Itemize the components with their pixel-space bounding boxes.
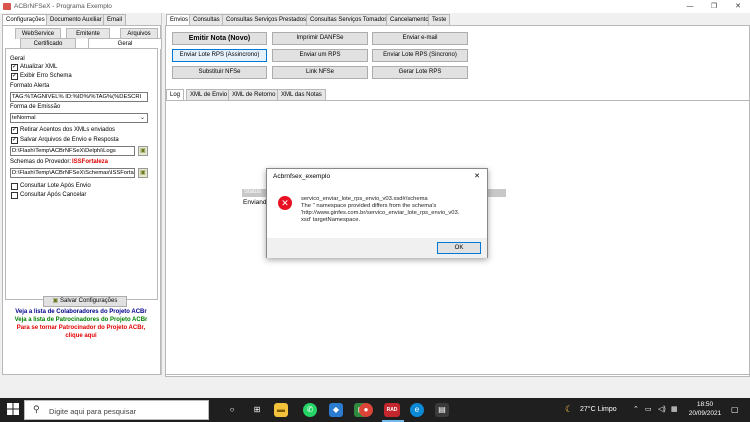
atualizar-xml-label: Atualizar XML [20,64,58,70]
close-button[interactable]: ✕ [726,0,750,13]
tab-configuracoes[interactable]: Configurações [2,14,49,25]
tab-xml-envio[interactable]: XML de Envio [186,89,232,100]
link-colaboradores[interactable]: Veja a lista de Colaboradores do Projeto… [0,309,162,315]
salvar-arquivos-checkbox[interactable]: ✓ [11,137,18,144]
network-icon[interactable]: ▭ [645,405,652,413]
windows-start-icon[interactable] [6,403,20,417]
emitir-nota-button[interactable]: Emitir Nota (Novo) [172,32,267,45]
schemas-path-input[interactable]: D:\Flash\Temp\ACBrNFSeX\Schemas\ISSForta… [10,168,135,178]
consultar-cancelar-checkbox[interactable] [11,192,18,199]
taskbar: ⚲ Digite aqui para pesquisar ○ ⊞ ▬ ✆ ◆ ◼… [0,398,750,422]
maximize-button[interactable]: ❐ [702,0,726,13]
consultar-lote-checkbox[interactable] [11,183,18,190]
logs-path-input[interactable]: D:\Flash\Temp\ACBrNFSeX\Delphi\Logs [10,146,135,156]
weather-moon-icon: ☾ [565,404,574,414]
weather-text[interactable]: 27°C Limpo [580,406,617,413]
link-nfse-button[interactable]: Link NFSe [272,66,368,79]
section-title-geral: Geral [10,56,25,62]
minimize-button[interactable]: — [678,0,702,13]
tab-consultas[interactable]: Consultas [189,14,224,25]
exibir-erro-schema-label: Exibir Erro Schema [20,73,72,79]
sending-text: Enviand [243,199,267,206]
whatsapp-icon[interactable]: ✆ [303,403,317,417]
clock-time[interactable]: 18:50 [690,401,720,408]
config-panel: Configurações Documento Auxiliar Email W… [0,13,162,375]
app-icon[interactable]: ◆ [329,403,343,417]
ok-button[interactable]: OK [437,242,481,254]
app-icon [3,3,11,10]
link-patrocinadores[interactable]: Veja a lista de Patrocinadores do Projet… [0,317,162,323]
dialog-close-button[interactable]: ✕ [474,172,480,180]
chevron-up-icon[interactable]: ⌃ [633,405,639,413]
consultar-cancelar-label: Consultar Após Cancelar [20,192,87,198]
dialog-message-line: servico_enviar_lote_rps_envio_v03.xsd#/s… [301,196,428,202]
tab-teste[interactable]: Teste [428,14,451,25]
tab-documento-auxiliar[interactable]: Documento Auxiliar [46,14,106,25]
dialog-message-line: The '' namespace provided differs from t… [301,203,437,209]
schemas-provider: ISSFortaleza [72,159,109,165]
file-explorer-icon[interactable]: ▬ [274,403,288,417]
substituir-nfse-button[interactable]: Substituir NFSe [172,66,267,79]
enviar-email-button[interactable]: Enviar e-mail [372,32,468,45]
link-patrocinar[interactable]: Para se tornar Patrocinador do Projeto A… [0,325,162,331]
search-placeholder: Digite aqui para pesquisar [49,407,137,416]
folder-icon[interactable]: ▣ [138,146,148,156]
retirar-acentos-checkbox[interactable]: ✓ [11,127,18,134]
tab-xml-retorno[interactable]: XML de Retorno [228,89,280,100]
error-icon: ✕ [278,196,292,210]
save-icon: ▣ [52,298,59,304]
forma-emissao-label: Forma de Emissão [10,104,61,110]
forma-emissao-value: teNormal [12,115,36,121]
imprimir-danfse-button[interactable]: Imprimir DANFSe [272,32,368,45]
consultar-lote-label: Consultar Lote Após Envio [20,183,91,189]
exibir-erro-schema-checkbox[interactable]: ✓ [11,73,18,80]
dialog-title: Acbrnfsex_exemplo [273,173,331,180]
link-clique-aqui[interactable]: clique aqui [0,333,162,339]
tab-cancelamento[interactable]: Cancelamento [386,14,433,25]
tab-email[interactable]: Email [103,14,127,25]
task-view-icon[interactable]: ○ [225,403,239,417]
formato-alerta-input[interactable]: TAG:%TAGNIVEL% ID:%ID%/%TAG%(%DESCRI [10,92,148,102]
search-icon: ⚲ [33,404,40,414]
salvar-configuracoes-button[interactable]: ▣ Salvar Configurações [43,296,127,307]
window-title: ACBrNFSeX - Programa Exemplo [14,3,112,10]
salvar-arquivos-label: Salvar Arquivos de Envio e Resposta [20,137,119,143]
enviar-um-rps-button[interactable]: Enviar um RPS [272,49,368,62]
clock-date[interactable]: 20/09/2021 [684,410,726,417]
atualizar-xml-checkbox[interactable]: ✓ [11,64,18,71]
edge-icon[interactable]: e [410,403,424,417]
salvar-configuracoes-label: Salvar Configurações [59,298,118,304]
multitask-icon[interactable]: ⊞ [250,403,264,417]
formato-alerta-label: Formato Alerta [10,83,50,89]
error-dialog: Acbrnfsex_exemplo ✕ ✕ servico_enviar_lot… [266,168,488,258]
tab-consultas-prestados[interactable]: Consultas Serviços Prestados [222,14,311,25]
chrome-icon[interactable]: ● [359,403,373,417]
gerar-lote-rps-button[interactable]: Gerar Lote RPS [372,66,468,79]
enviar-lote-assincrono-button[interactable]: Enviar Lote RPS (Assincrono) [172,49,267,62]
notification-icon[interactable]: ▢ [731,405,739,414]
status-text: Status [244,189,262,195]
keyboard-icon[interactable]: ▦ [671,405,678,413]
retirar-acentos-label: Retirar Acentos dos XMLs enviados [20,127,116,133]
taskbar-search-input[interactable]: ⚲ Digite aqui para pesquisar [24,400,209,420]
rad-studio-icon[interactable]: RAD [384,403,400,417]
tab-xml-notas[interactable]: XML das Notas [277,89,326,100]
title-bar: ACBrNFSeX - Programa Exemplo — ❐ ✕ [0,0,750,13]
app-icon[interactable]: ▤ [435,403,449,417]
tab-consultas-tomados[interactable]: Consultas Serviços Tomados [306,14,392,25]
schemas-label: Schemas do Provedor: [10,159,72,165]
folder-icon[interactable]: ▣ [138,168,148,178]
forma-emissao-select[interactable]: teNormal ⌄ [10,113,148,123]
dialog-message-line: 'http://www.ginfes.com.br/servico_enviar… [301,210,460,216]
tab-log[interactable]: Log [166,89,185,100]
dialog-message-line: xsd' targetNamespace. [301,217,361,223]
enviar-lote-sincrono-button[interactable]: Enviar Lote RPS (Sincrono) [372,49,468,62]
volume-icon[interactable]: ◁) [658,405,666,413]
chevron-down-icon: ⌄ [140,115,145,121]
